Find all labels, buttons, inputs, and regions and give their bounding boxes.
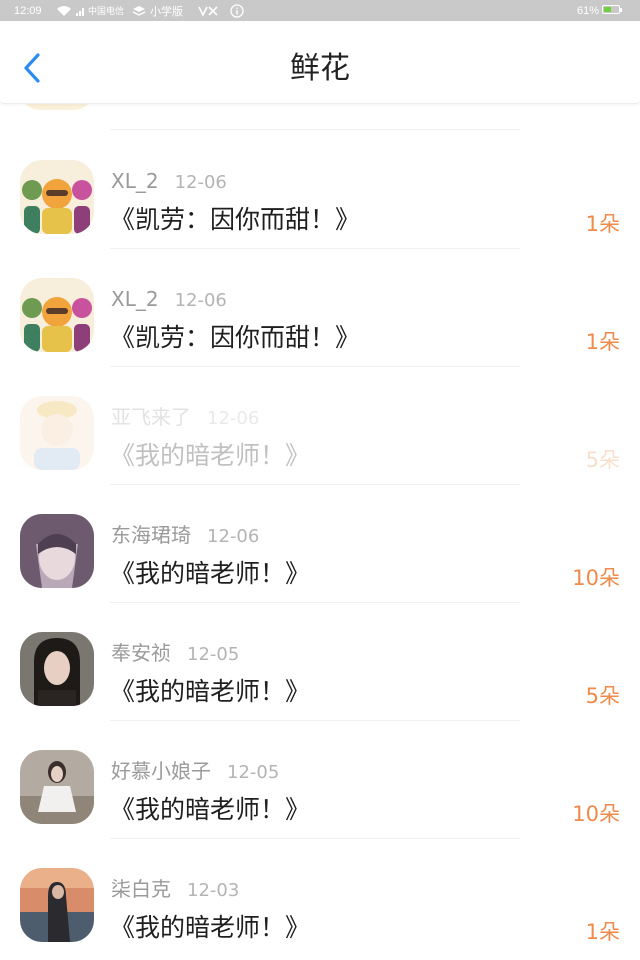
- work-title: 《我的暗老师！》: [110, 913, 311, 942]
- send-date: 12-06: [174, 290, 227, 311]
- send-date: 12-03: [187, 880, 240, 901]
- list-item[interactable]: 亚飞来了 12-06 《我的暗老师！》 5朵: [0, 366, 640, 484]
- sender-name: 好慕小娘子 12-05: [111, 759, 280, 783]
- work-title: 《凯劳：因你而甜！》: [110, 205, 361, 234]
- avatar: [20, 278, 94, 352]
- flower-count: 1朵: [585, 920, 620, 944]
- list-item[interactable]: XL_2 12-06 《凯劳：因你而甜！》 1朵: [0, 130, 640, 248]
- work-title: 《我的暗老师！》: [110, 795, 311, 824]
- send-date: 12-05: [187, 644, 240, 665]
- list-item[interactable]: 柒白克 12-03 《我的暗老师！》 1朵: [0, 838, 640, 956]
- send-date: 12-05: [227, 762, 280, 783]
- send-date: 12-06: [174, 172, 227, 193]
- work-title: 《凯劳：因你而甜！》: [110, 323, 361, 352]
- flower-count: 10朵: [572, 802, 620, 826]
- work-title: 《我的暗老师！》: [110, 441, 311, 470]
- avatar: [20, 632, 94, 706]
- sender-name: 东海珺琦 12-06: [111, 523, 260, 547]
- sender-name: XL_2 12-06: [111, 169, 227, 193]
- send-date: 12-06: [207, 526, 260, 547]
- sender-name: 柒白克 12-03: [111, 877, 240, 901]
- flower-list[interactable]: XL_2 12-06 《凯劳：因你而甜！》 1朵 XL_2 12-06 《凯劳：因你…: [0, 0, 640, 960]
- avatar: [20, 396, 94, 470]
- send-date: 12-06: [207, 408, 260, 429]
- sender-name: XL_2 12-06: [111, 287, 227, 311]
- avatar: [20, 750, 94, 824]
- header-bar: 鲜花: [0, 21, 640, 104]
- list-item[interactable]: 奉安祯 12-05 《我的暗老师！》 5朵: [0, 602, 640, 720]
- sender-name: 亚飞来了 12-06: [111, 405, 260, 429]
- list-item[interactable]: XL_2 12-06 《凯劳：因你而甜！》 1朵: [0, 248, 640, 366]
- flower-count: 5朵: [585, 684, 620, 708]
- list-item[interactable]: 东海珺琦 12-06 《我的暗老师！》 10朵: [0, 484, 640, 602]
- flower-count: 5朵: [585, 448, 620, 472]
- flower-count: 1朵: [585, 330, 620, 354]
- flower-count: 10朵: [572, 566, 620, 590]
- avatar: [20, 868, 94, 942]
- page-title: 鲜花: [290, 51, 350, 86]
- avatar: [20, 160, 94, 234]
- work-title: 《我的暗老师！》: [110, 559, 311, 588]
- list-item[interactable]: 好慕小娘子 12-05 《我的暗老师！》 10朵: [0, 720, 640, 838]
- sender-name: 奉安祯 12-05: [111, 641, 240, 665]
- avatar: [20, 514, 94, 588]
- flower-count: 1朵: [585, 212, 620, 236]
- work-title: 《我的暗老师！》: [110, 677, 311, 706]
